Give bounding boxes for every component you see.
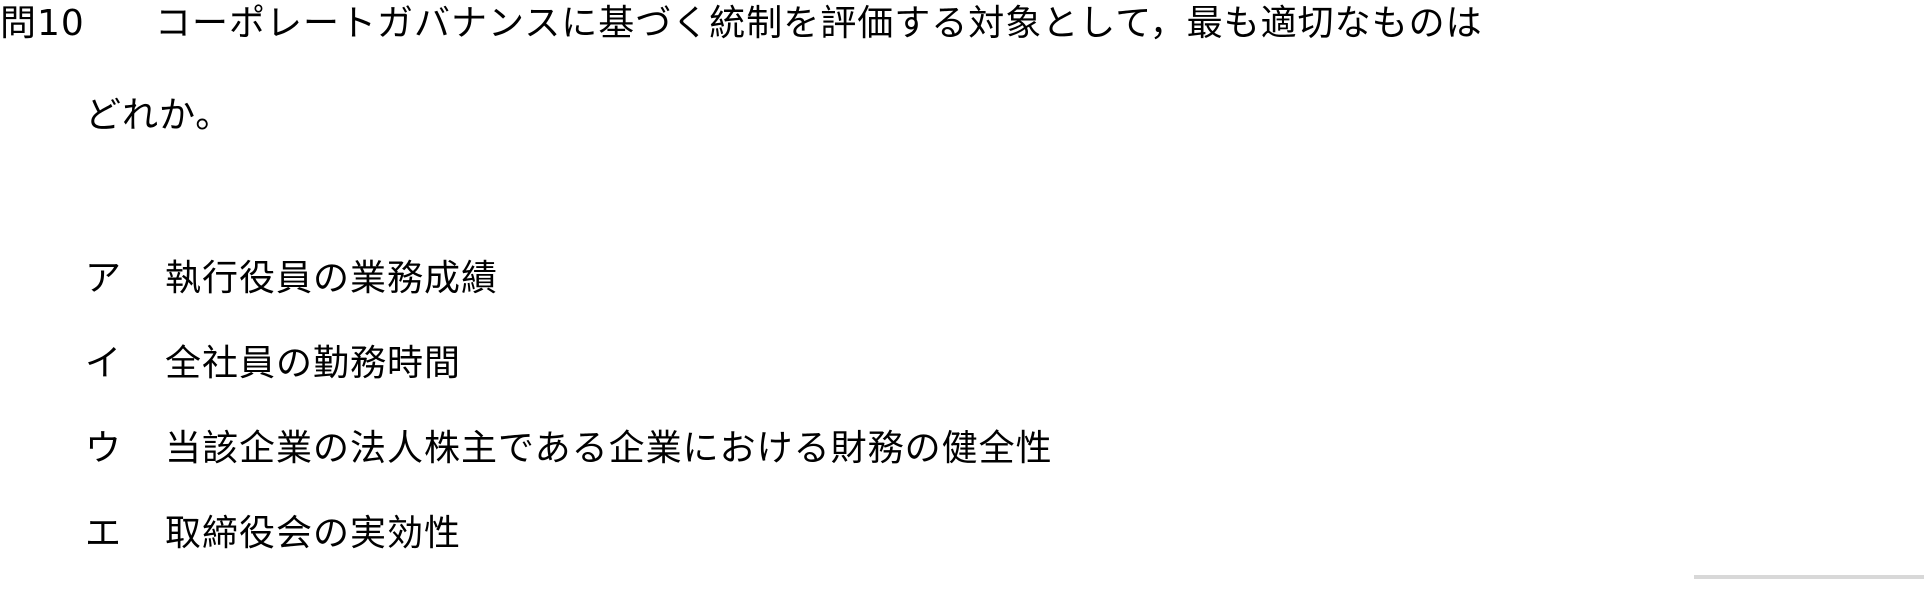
- scan-edge-mark: [1694, 575, 1924, 579]
- choice-label: エ: [85, 513, 123, 554]
- choice-a: ア 執行役員の業務成績: [85, 255, 1053, 303]
- question-line-2: どれか。: [85, 92, 232, 140]
- exam-page: 問10 コーポレートガバナンスに基づく統制を評価する対象として，最も適切なものは …: [0, 0, 1932, 579]
- choice-text: 取締役会の実効性: [165, 513, 462, 554]
- question-text-line-2: どれか。: [85, 95, 233, 136]
- choice-e: エ 取締役会の実効性: [85, 510, 1053, 558]
- choice-text: 当該企業の法人株主である企業における財務の健全性: [165, 428, 1053, 469]
- choice-u: ウ 当該企業の法人株主である企業における財務の健全性: [85, 425, 1053, 473]
- answer-choices: ア 執行役員の業務成績 イ 全社員の勤務時間 ウ 当該企業の法人株主である企業における…: [85, 255, 1053, 595]
- question-number: 問10: [0, 3, 85, 44]
- choice-text: 執行役員の業務成績: [165, 258, 499, 299]
- choice-i: イ 全社員の勤務時間: [85, 340, 1053, 388]
- choice-label: ウ: [85, 428, 123, 469]
- question-text-line-1: コーポレートガバナンスに基づく統制を評価する対象として，最も適切なものは: [155, 3, 1483, 44]
- question-line-1: 問10 コーポレートガバナンスに基づく統制を評価する対象として，最も適切なものは: [0, 0, 1483, 48]
- choice-text: 全社員の勤務時間: [165, 343, 462, 384]
- choice-label: ア: [85, 258, 123, 299]
- choice-label: イ: [85, 343, 123, 384]
